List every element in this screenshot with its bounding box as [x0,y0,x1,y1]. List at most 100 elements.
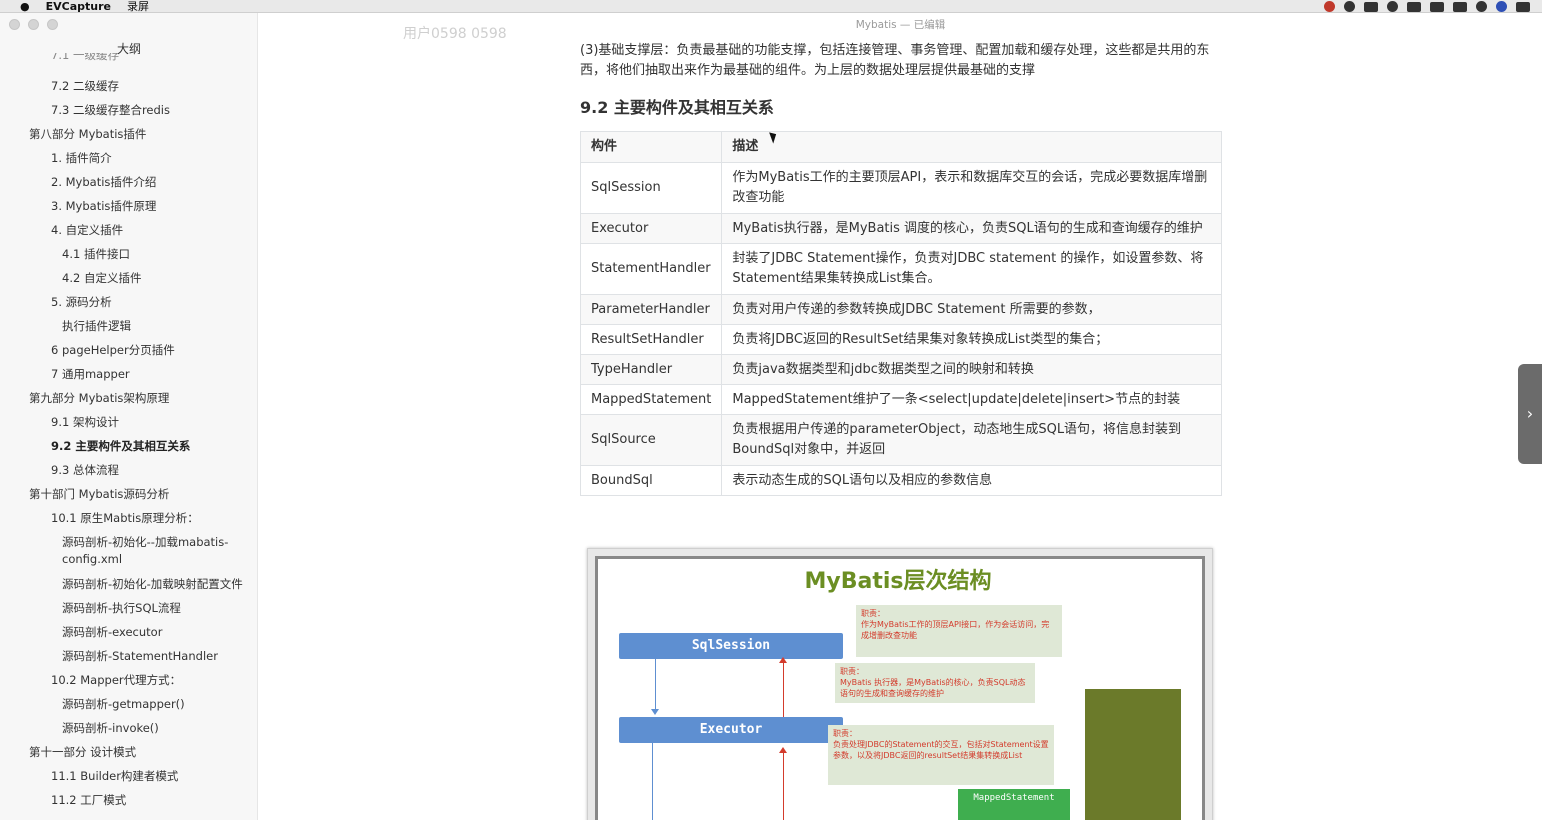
outline-item[interactable]: 源码剖析-执行SQL流程 [62,600,181,617]
minimize-window-button[interactable] [28,19,39,30]
siri-icon[interactable] [1496,1,1507,12]
outline-item[interactable]: 1. 插件简介 [51,150,112,167]
outline-item[interactable]: 11.2 工厂模式 [51,792,126,809]
component-desc: 作为MyBatis工作的主要顶层API，表示和数据库交互的会话，完成必要数据库增… [721,162,1222,214]
component-desc: 负责java数据类型和jdbc数据类型之间的映射和转换 [721,354,1222,385]
outline-item[interactable]: 2. Mybatis插件介绍 [51,174,156,191]
outline-item[interactable]: 源码剖析-executor [62,624,162,641]
note-statementhandler: 职责： 负责处理JDBC的Statement的交互，包括对Statement设置… [828,725,1054,785]
record-icon[interactable] [1324,1,1335,12]
outline-item[interactable]: 6 pageHelper分页插件 [51,342,175,359]
up-arrow-head [779,747,787,753]
up-arrow-line [783,753,784,820]
close-window-button[interactable] [9,19,20,30]
menu-record[interactable]: 录屏 [127,0,149,14]
airplay-icon[interactable] [1407,1,1421,12]
diagram-title: MyBatis层次结构 [804,569,992,594]
search-icon[interactable] [1476,1,1487,12]
component-desc: 负责将JDBC返回的ResultSet结果集对象转换成List类型的集合； [721,324,1222,355]
outline-item[interactable]: 10.2 Mapper代理方式： [51,672,181,689]
chevron-right-icon: › [1526,404,1534,423]
table-row: ParameterHandler 负责对用户传递的参数转换成JDBC State… [579,294,1222,325]
outline-item-active[interactable]: 9.2 主要构件及其相互关系 [51,438,190,455]
outline-item[interactable]: 第十部门 Mybatis源码分析 [29,486,169,503]
section-heading: 9.2 主要构件及其相互关系 [580,98,774,117]
up-arrow-head [779,657,787,663]
zoom-window-button[interactable] [47,19,58,30]
down-arrow-line [655,659,656,711]
olive-block [1085,689,1181,820]
window-controls [9,19,58,30]
architecture-diagram-image: MyBatis层次结构 SqlSession Executor 职责： 作为My… [587,548,1213,820]
outline-sidebar: 大纲 7.1 一级缓存 7.2 二级缓存 7.3 二级缓存整合redis 第八部… [0,13,258,820]
apple-icon[interactable]: ● [20,0,30,13]
mappedstatement-box: MappedStatement [958,789,1070,820]
outline-item[interactable]: 9.1 架构设计 [51,414,119,431]
app-name[interactable]: EVCapture [46,0,111,13]
watermark-text: 用户0598 0598 [403,26,507,42]
outline-item[interactable]: 源码剖析-invoke() [62,720,159,737]
component-desc: 负责对用户传递的参数转换成JDBC Statement 所需要的参数， [721,294,1222,325]
outline-item[interactable]: 5. 源码分析 [51,294,112,311]
outline-item[interactable]: 源码剖析-初始化-加载映射配置文件 [62,576,243,593]
input-method-icon[interactable] [1364,1,1378,12]
right-panel-toggle[interactable]: › [1518,364,1542,464]
table-row: TypeHandler 负责java数据类型和jdbc数据类型之间的映射和转换 [579,354,1222,385]
table-row: StatementHandler 封装了JDBC Statement操作，负责对… [579,243,1222,295]
components-table: 构件 描述 SqlSession 作为MyBatis工作的主要顶层API，表示和… [579,131,1222,496]
component-desc: 负责根据用户传递的parameterObject，动态地生成SQL语句，将信息封… [721,414,1222,466]
outline-item[interactable]: 第八部分 Mybatis插件 [29,126,146,143]
component-name: SqlSource [579,414,723,466]
component-name: ResultSetHandler [579,324,723,355]
sqlsession-layer: SqlSession [619,633,843,659]
outline-item[interactable]: 源码剖析-getmapper() [62,696,185,713]
outline-item[interactable]: 7.3 二级缓存整合redis [51,102,170,119]
outline-item[interactable]: 第十一部分 设计模式 [29,744,136,761]
component-name: ParameterHandler [579,294,723,325]
outline-item[interactable]: 11.1 Builder构建者模式 [51,768,178,785]
outline-item[interactable]: 7 通用mapper [51,366,130,383]
outline-item[interactable]: 执行插件逻辑 [62,318,131,335]
table-header-description: 描述 [721,131,1222,163]
menu-bar: ● EVCapture 录屏 [0,0,1542,13]
table-header-component: 构件 [579,131,723,163]
outline-item[interactable]: 7.2 二级缓存 [51,78,119,95]
executor-layer: Executor [619,717,843,743]
outline-item[interactable]: 4. 自定义插件 [51,222,123,239]
component-name: MappedStatement [579,384,723,415]
chat-icon[interactable] [1344,1,1355,12]
paragraph-text: (3)基础支撑层：负责最基础的功能支撑，包括连接管理、事务管理、配置加载和缓存处… [580,43,1210,78]
table-row: BoundSql 表示动态生成的SQL语句以及相应的参数信息 [579,465,1222,496]
component-desc: 表示动态生成的SQL语句以及相应的参数信息 [721,465,1222,496]
table-row: SqlSource 负责根据用户传递的parameterObject，动态地生成… [579,414,1222,466]
outline-title: 大纲 [116,42,141,56]
outline-item[interactable]: 源码剖析-StatementHandler [62,648,218,665]
outline-item[interactable]: 3. Mybatis插件原理 [51,198,156,215]
component-desc: MyBatis执行器，是MyBatis 调度的核心，负责SQL语句的生成和查询缓… [721,213,1222,244]
wifi-icon[interactable] [1387,1,1398,12]
outline-item[interactable]: 4.1 插件接口 [62,246,130,263]
control-center-icon[interactable] [1516,1,1530,12]
outline-item[interactable]: 9.3 总体流程 [51,462,119,479]
component-desc: MappedStatement维护了一条<select|update|delet… [721,384,1222,415]
up-arrow-line [783,663,784,717]
battery-icon[interactable] [1430,1,1444,12]
table-row: Executor MyBatis执行器，是MyBatis 调度的核心，负责SQL… [579,213,1222,244]
app-tray-icon[interactable] [1453,1,1467,12]
note-sqlsession: 职责： 作为MyBatis工作的顶层API接口，作为会话访问，完成增删改查功能 [856,605,1062,657]
document-area: Mybatis — 已编辑 用户0598 0598 (3)基础支撑层：负责最基础… [259,13,1542,820]
outline-item[interactable]: 4.2 自定义插件 [62,270,141,287]
status-tray [1324,0,1530,13]
component-name: StatementHandler [579,243,723,295]
outline-item[interactable]: 第九部分 Mybatis架构原理 [29,390,169,407]
outline-item[interactable]: 7.1 一级缓存 [51,53,119,62]
component-name: BoundSql [579,465,723,496]
down-arrow-head [651,709,659,715]
diagram-frame: MyBatis层次结构 SqlSession Executor 职责： 作为My… [595,556,1205,820]
component-name: Executor [579,213,723,244]
outline-item[interactable]: 10.1 原生Mabtis原理分析： [51,510,199,527]
component-name: TypeHandler [579,354,723,385]
outline-item[interactable]: 源码剖析-初始化--加载mabatis-config.xml [62,534,242,568]
table-row: ResultSetHandler 负责将JDBC返回的ResultSet结果集对… [579,324,1222,355]
table-row: MappedStatement MappedStatement维护了一条<sel… [579,384,1222,415]
